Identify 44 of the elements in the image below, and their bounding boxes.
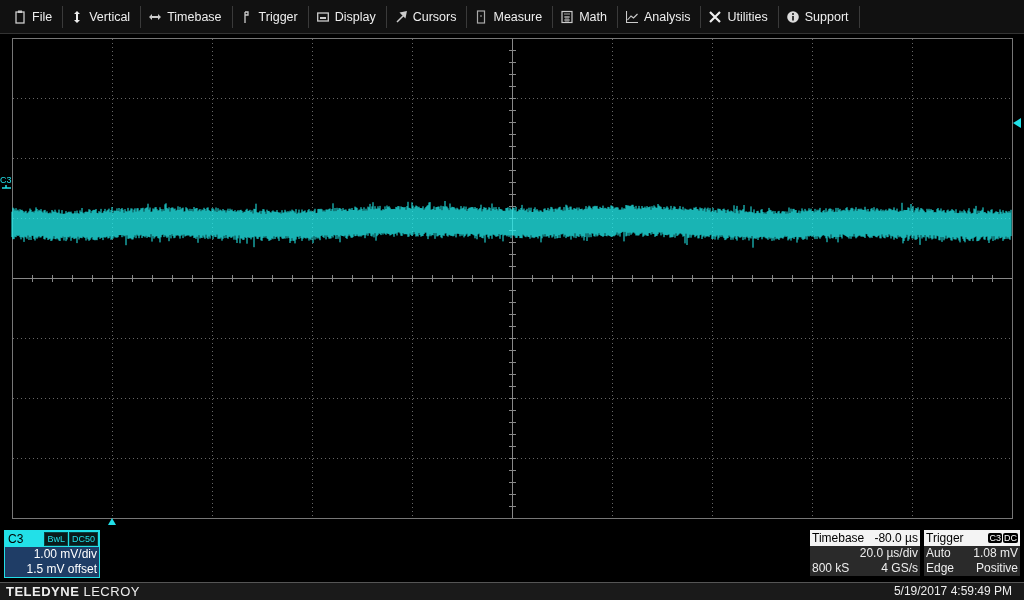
timebase-scale: 20.0 µs/div	[859, 546, 918, 562]
trace-label: C3	[0, 175, 12, 186]
menu-item[interactable]: Vertical	[63, 5, 142, 28]
cursor-arrow-icon	[394, 9, 407, 24]
clipboard-icon	[14, 9, 26, 24]
vertical-offset: 1.5 mV offset	[25, 562, 98, 578]
trigger-tag: DC	[1003, 533, 1018, 544]
menu-item[interactable]: Cursors	[386, 5, 468, 28]
trigger-descriptor[interactable]: Trigger C3 DC Auto 1.08 mV Edge Positive	[924, 530, 1020, 577]
channel-tag: DC50	[69, 532, 98, 547]
timebase-descriptor[interactable]: Timebase -80.0 µs 20.0 µs/div 800 kS 4 GS/s	[810, 530, 920, 577]
menu-item[interactable]: Math	[553, 5, 618, 28]
channel-descriptor[interactable]: C3 BwL DC50 1.00 mV/div 1.5 mV offset	[4, 530, 100, 579]
channel-tag: BwL	[44, 532, 68, 547]
menu-item[interactable]: Display	[308, 5, 387, 28]
info-icon	[786, 9, 799, 24]
timebase-delay: -80.0 µs	[874, 531, 918, 546]
menu-item[interactable]: Timebase	[141, 5, 233, 28]
sample-rate: 4 GS/s	[881, 561, 918, 577]
menu-item[interactable]: Support	[778, 5, 860, 28]
window-icon	[316, 9, 329, 24]
meter-icon	[475, 9, 488, 24]
menu-item[interactable]: File	[6, 5, 64, 28]
trigger-position-arrow	[108, 518, 116, 526]
channel-name: C3	[8, 532, 24, 547]
timebase-title: Timebase	[812, 531, 865, 546]
trigger-type: Edge	[926, 561, 955, 577]
trigger-level-arrow	[1013, 118, 1021, 129]
trigger-slope: Positive	[975, 561, 1018, 577]
menu-item[interactable]: Analysis	[617, 5, 702, 28]
trigger-title: Trigger	[926, 531, 964, 546]
trigger-mode: Auto	[926, 546, 951, 562]
trigger-level: 1.08 mV	[973, 546, 1018, 562]
trigger-tag: C3	[988, 533, 1002, 544]
brand-logo: TELEDYNE LECROY	[6, 583, 140, 599]
line-chart-icon	[625, 9, 638, 24]
date-time: 5/19/2017 4:59:49 PM	[893, 584, 1012, 599]
menu-item[interactable]: Measure	[467, 5, 554, 28]
vertical-scale: 1.00 mV/div	[32, 547, 98, 563]
menu-item[interactable]: Trigger	[232, 5, 309, 28]
menu-item[interactable]: Utilities	[701, 5, 779, 28]
level-marker	[1, 184, 12, 190]
sample-count: 800 kS	[812, 561, 850, 577]
calculator-icon	[561, 9, 574, 24]
